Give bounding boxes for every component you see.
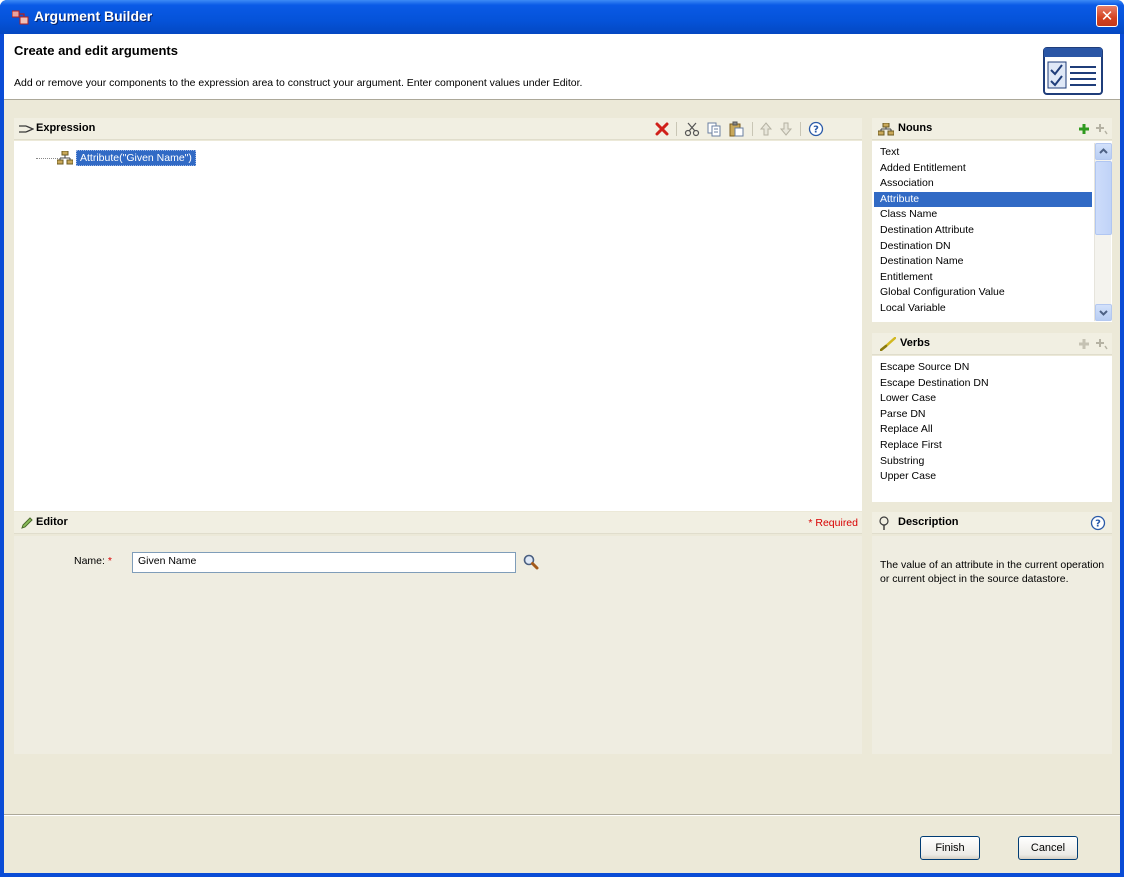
- expression-title: Expression: [36, 122, 96, 134]
- svg-text:?: ?: [813, 125, 819, 136]
- footer-divider: [4, 814, 1120, 816]
- title-bar[interactable]: Argument Builder ✕: [0, 0, 1124, 34]
- nouns-list-box[interactable]: Text Added Entitlement Association Attri…: [872, 141, 1112, 322]
- close-button[interactable]: ✕: [1096, 5, 1118, 27]
- noun-item-selected[interactable]: Attribute: [874, 191, 1092, 208]
- noun-item[interactable]: Class Name: [874, 207, 1092, 223]
- required-star: *: [107, 555, 112, 567]
- verb-item[interactable]: Substring: [874, 454, 1092, 470]
- verbs-list-box[interactable]: Escape Source DN Escape Destination DN L…: [872, 356, 1112, 502]
- description-panel: The value of an attribute in the current…: [872, 536, 1112, 754]
- svg-text:?: ?: [1095, 519, 1101, 530]
- add-verb-icon[interactable]: [1078, 338, 1090, 350]
- verb-item[interactable]: Lower Case: [874, 391, 1092, 407]
- description-text: The value of an attribute in the current…: [880, 559, 1105, 585]
- noun-item[interactable]: Global Configuration Value: [874, 285, 1092, 301]
- editor-panel: Name: * Given Name: [14, 536, 862, 754]
- insert-noun-icon[interactable]: [1096, 123, 1108, 135]
- cancel-button[interactable]: Cancel: [1018, 836, 1078, 860]
- expression-panel-header: Expression ?: [14, 118, 862, 140]
- toolbar-separator: [676, 122, 677, 136]
- expression-tree[interactable]: Attribute("Given Name"): [14, 141, 862, 511]
- noun-item[interactable]: Local Variable: [874, 301, 1092, 317]
- description-icon: [879, 516, 889, 530]
- help-icon[interactable]: ?: [1090, 515, 1106, 531]
- delete-icon[interactable]: [654, 121, 670, 137]
- window-title: Argument Builder: [34, 8, 153, 24]
- help-icon[interactable]: ?: [808, 121, 824, 137]
- nouns-scrollbar[interactable]: [1094, 143, 1112, 321]
- argument-builder-window: Argument Builder ✕ Create and edit argum…: [0, 0, 1124, 877]
- scroll-thumb[interactable]: [1095, 161, 1112, 235]
- noun-item[interactable]: Destination DN: [874, 239, 1092, 255]
- editor-title: Editor: [36, 516, 68, 528]
- nouns-title: Nouns: [898, 122, 933, 134]
- insert-verb-icon[interactable]: [1096, 338, 1108, 350]
- header-description: Add or remove your components to the exp…: [14, 77, 583, 89]
- noun-item[interactable]: Destination Name: [874, 254, 1092, 270]
- paste-icon[interactable]: [728, 121, 744, 137]
- pencil-icon: [21, 517, 33, 529]
- verb-item[interactable]: Upper Case: [874, 469, 1092, 485]
- noun-item[interactable]: Destination Attribute: [874, 223, 1092, 239]
- finish-button[interactable]: Finish: [920, 836, 980, 860]
- chevron-up-icon: [1099, 148, 1108, 154]
- verbs-title: Verbs: [900, 337, 930, 349]
- move-down-icon[interactable]: [778, 121, 794, 137]
- scroll-down-button[interactable]: [1095, 304, 1112, 321]
- checklist-banner-icon: [1043, 47, 1103, 95]
- description-panel-header: Description ?: [872, 512, 1112, 534]
- name-input[interactable]: Given Name: [132, 552, 516, 573]
- name-label-text: Name:: [74, 555, 105, 567]
- noun-node-icon: [57, 151, 73, 165]
- verb-item[interactable]: Escape Destination DN: [874, 376, 1092, 392]
- noun-item[interactable]: Added Entitlement: [874, 161, 1092, 177]
- verbs-icon: [880, 337, 896, 351]
- verb-item[interactable]: Parse DN: [874, 407, 1092, 423]
- verbs-panel-header: Verbs: [872, 333, 1112, 355]
- copy-icon[interactable]: [706, 121, 722, 137]
- dialog-header: Create and edit arguments Add or remove …: [4, 34, 1120, 100]
- dialog-client: Create and edit arguments Add or remove …: [4, 34, 1120, 873]
- expression-icon: [19, 125, 34, 133]
- verb-item[interactable]: Escape Source DN: [874, 360, 1092, 376]
- noun-item[interactable]: Text: [874, 145, 1092, 161]
- noun-item[interactable]: Association: [874, 176, 1092, 192]
- verb-item[interactable]: Replace All: [874, 422, 1092, 438]
- move-up-icon[interactable]: [758, 121, 774, 137]
- add-noun-icon[interactable]: [1078, 123, 1090, 135]
- nouns-list: Text Added Entitlement Association Attri…: [874, 145, 1092, 317]
- search-icon[interactable]: [522, 553, 540, 571]
- noun-item[interactable]: Entitlement: [874, 270, 1092, 286]
- tree-connector: [36, 158, 58, 159]
- required-note: * Required: [808, 517, 858, 529]
- name-field-label: Name: *: [74, 555, 112, 567]
- header-title: Create and edit arguments: [14, 43, 178, 58]
- scroll-up-button[interactable]: [1095, 143, 1112, 160]
- editor-panel-header: Editor * Required: [14, 512, 862, 534]
- verbs-list: Escape Source DN Escape Destination DN L…: [874, 360, 1092, 485]
- toolbar-separator: [752, 122, 753, 136]
- nouns-panel-header: Nouns: [872, 118, 1112, 140]
- toolbar-separator: [800, 122, 801, 136]
- nouns-icon: [878, 123, 894, 136]
- description-title: Description: [898, 516, 959, 528]
- expression-node[interactable]: Attribute("Given Name"): [76, 150, 196, 166]
- chevron-down-icon: [1099, 310, 1108, 316]
- cut-icon[interactable]: [684, 121, 700, 137]
- verb-item[interactable]: Replace First: [874, 438, 1092, 454]
- app-icon: [12, 10, 29, 25]
